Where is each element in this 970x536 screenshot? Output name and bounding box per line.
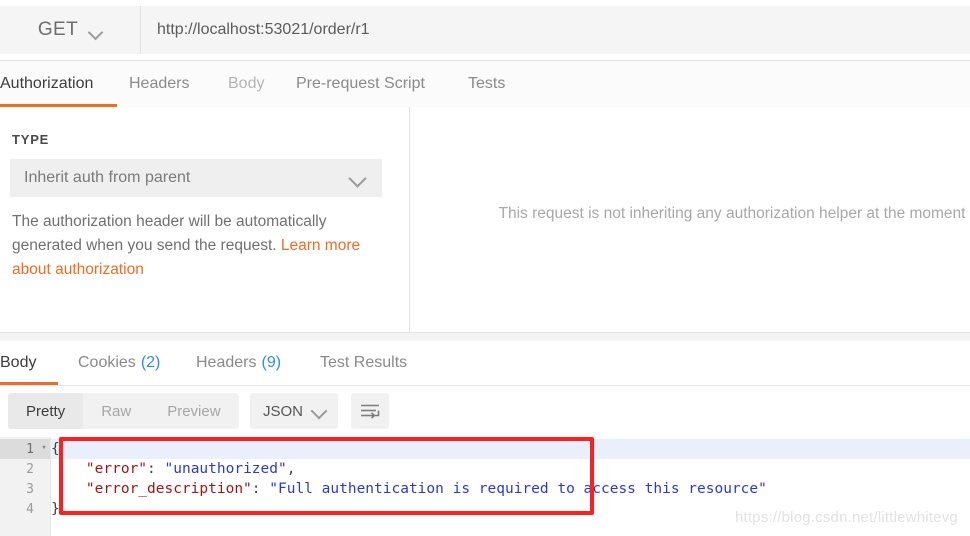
code-token-key: "error" bbox=[85, 461, 148, 477]
response-view-mode-group: Pretty Raw Preview bbox=[8, 393, 239, 429]
chevron-down-icon bbox=[313, 404, 327, 418]
tab-label: Authorization bbox=[0, 75, 94, 92]
code-token-punct: : bbox=[251, 481, 270, 497]
request-url-bar: GET http://localhost:53021/order/r1 bbox=[0, 0, 970, 61]
response-tab-body[interactable]: Body bbox=[0, 341, 58, 385]
response-tab-test-results[interactable]: Test Results bbox=[320, 341, 415, 385]
code-token-punct bbox=[51, 461, 86, 477]
request-tab-pre-request-script[interactable]: Pre-request Script bbox=[296, 61, 441, 107]
tab-count-badge: (2) bbox=[140, 354, 161, 371]
line-number-gutter: 1 ▾ 2 3 4 bbox=[0, 437, 51, 536]
code-token-punct: , bbox=[286, 461, 296, 477]
code-token-str: "Full authentication is required to acce… bbox=[269, 481, 767, 497]
line-number: 1 ▾ bbox=[0, 439, 50, 459]
tab-label: Body bbox=[0, 354, 37, 371]
tab-label: Test Results bbox=[320, 354, 408, 371]
auth-description: The authorization header will be automat… bbox=[12, 210, 380, 282]
line-number-value: 3 bbox=[26, 481, 34, 497]
code-token-punct bbox=[51, 481, 86, 497]
request-tab-headers[interactable]: Headers bbox=[129, 61, 207, 107]
watermark-text: https://blog.csdn.net/littlewhitevg bbox=[735, 509, 958, 526]
tab-label: Headers bbox=[196, 354, 257, 371]
line-number-value: 4 bbox=[26, 501, 34, 517]
auth-type-dropdown[interactable]: Inherit auth from parent bbox=[10, 159, 382, 197]
response-language-value: JSON bbox=[263, 402, 304, 420]
code-line[interactable]: { bbox=[51, 439, 970, 459]
request-url-input[interactable]: http://localhost:53021/order/r1 bbox=[141, 6, 970, 54]
inherit-auth-message: This request is not inheriting any autho… bbox=[498, 205, 966, 222]
authorization-preview: This request is not inheriting any autho… bbox=[410, 107, 970, 332]
request-url-value: http://localhost:53021/order/r1 bbox=[157, 21, 370, 38]
request-tab-authorization[interactable]: Authorization bbox=[0, 61, 117, 107]
code-token-punct: { bbox=[51, 441, 60, 457]
word-wrap-toggle-button[interactable] bbox=[351, 393, 389, 429]
auth-type-value: Inherit auth from parent bbox=[24, 169, 191, 186]
http-method-dropdown[interactable]: GET bbox=[0, 6, 141, 54]
word-wrap-icon bbox=[360, 404, 379, 419]
fold-toggle-icon[interactable]: ▾ bbox=[38, 443, 50, 453]
response-language-dropdown[interactable]: JSON bbox=[250, 393, 338, 429]
response-tab-bar: Body Cookies (2) Headers (9) Test Results bbox=[0, 341, 970, 386]
tab-label: Pre-request Script bbox=[296, 75, 425, 92]
view-mode-label: Preview bbox=[167, 402, 221, 420]
code-line[interactable]: "error_description": "Full authenticatio… bbox=[51, 479, 970, 499]
response-view-pretty[interactable]: Pretty bbox=[8, 393, 84, 429]
tab-label: Headers bbox=[129, 75, 190, 92]
response-tab-headers[interactable]: Headers (9) bbox=[196, 341, 286, 385]
code-token-punct: : bbox=[147, 461, 165, 477]
http-method-label: GET bbox=[37, 19, 79, 40]
request-tab-bar: Authorization Headers Body Pre-request Scri… bbox=[0, 61, 970, 108]
auth-description-text: The authorization header will be automat… bbox=[12, 213, 327, 254]
line-number-value: 1 bbox=[26, 441, 34, 457]
tab-label: Body bbox=[228, 75, 265, 92]
code-line[interactable]: "error": "unauthorized", bbox=[51, 459, 970, 479]
code-token-key: "error_description" bbox=[85, 481, 252, 497]
line-number-value: 2 bbox=[26, 461, 34, 477]
auth-type-label: TYPE bbox=[12, 132, 50, 147]
response-view-raw[interactable]: Raw bbox=[83, 393, 149, 429]
chevron-down-icon bbox=[89, 25, 102, 38]
authorization-settings: TYPE Inherit auth from parent The author… bbox=[0, 107, 410, 332]
line-number: 2 bbox=[0, 459, 50, 479]
authorization-panel: TYPE Inherit auth from parent The author… bbox=[0, 107, 970, 332]
response-tab-cookies[interactable]: Cookies (2) bbox=[78, 341, 168, 385]
response-format-toolbar: Pretty Raw Preview JSON bbox=[0, 386, 970, 437]
request-tab-body[interactable]: Body bbox=[228, 61, 272, 107]
response-view-preview[interactable]: Preview bbox=[149, 393, 238, 429]
line-number: 3 bbox=[0, 479, 50, 499]
line-number: 4 bbox=[0, 499, 50, 519]
chevron-down-icon bbox=[351, 171, 366, 186]
active-tab-indicator bbox=[0, 382, 58, 385]
request-tab-tests[interactable]: Tests bbox=[468, 61, 513, 107]
view-mode-label: Pretty bbox=[26, 402, 66, 420]
tab-label: Tests bbox=[468, 75, 506, 92]
tab-label: Cookies bbox=[78, 354, 136, 371]
view-mode-label: Raw bbox=[101, 402, 132, 420]
code-token-punct: } bbox=[51, 501, 60, 517]
postman-window: GET http://localhost:53021/order/r1 Auth… bbox=[0, 0, 970, 536]
tab-count-badge: (9) bbox=[261, 354, 282, 371]
code-token-str: "unauthorized" bbox=[164, 461, 287, 477]
